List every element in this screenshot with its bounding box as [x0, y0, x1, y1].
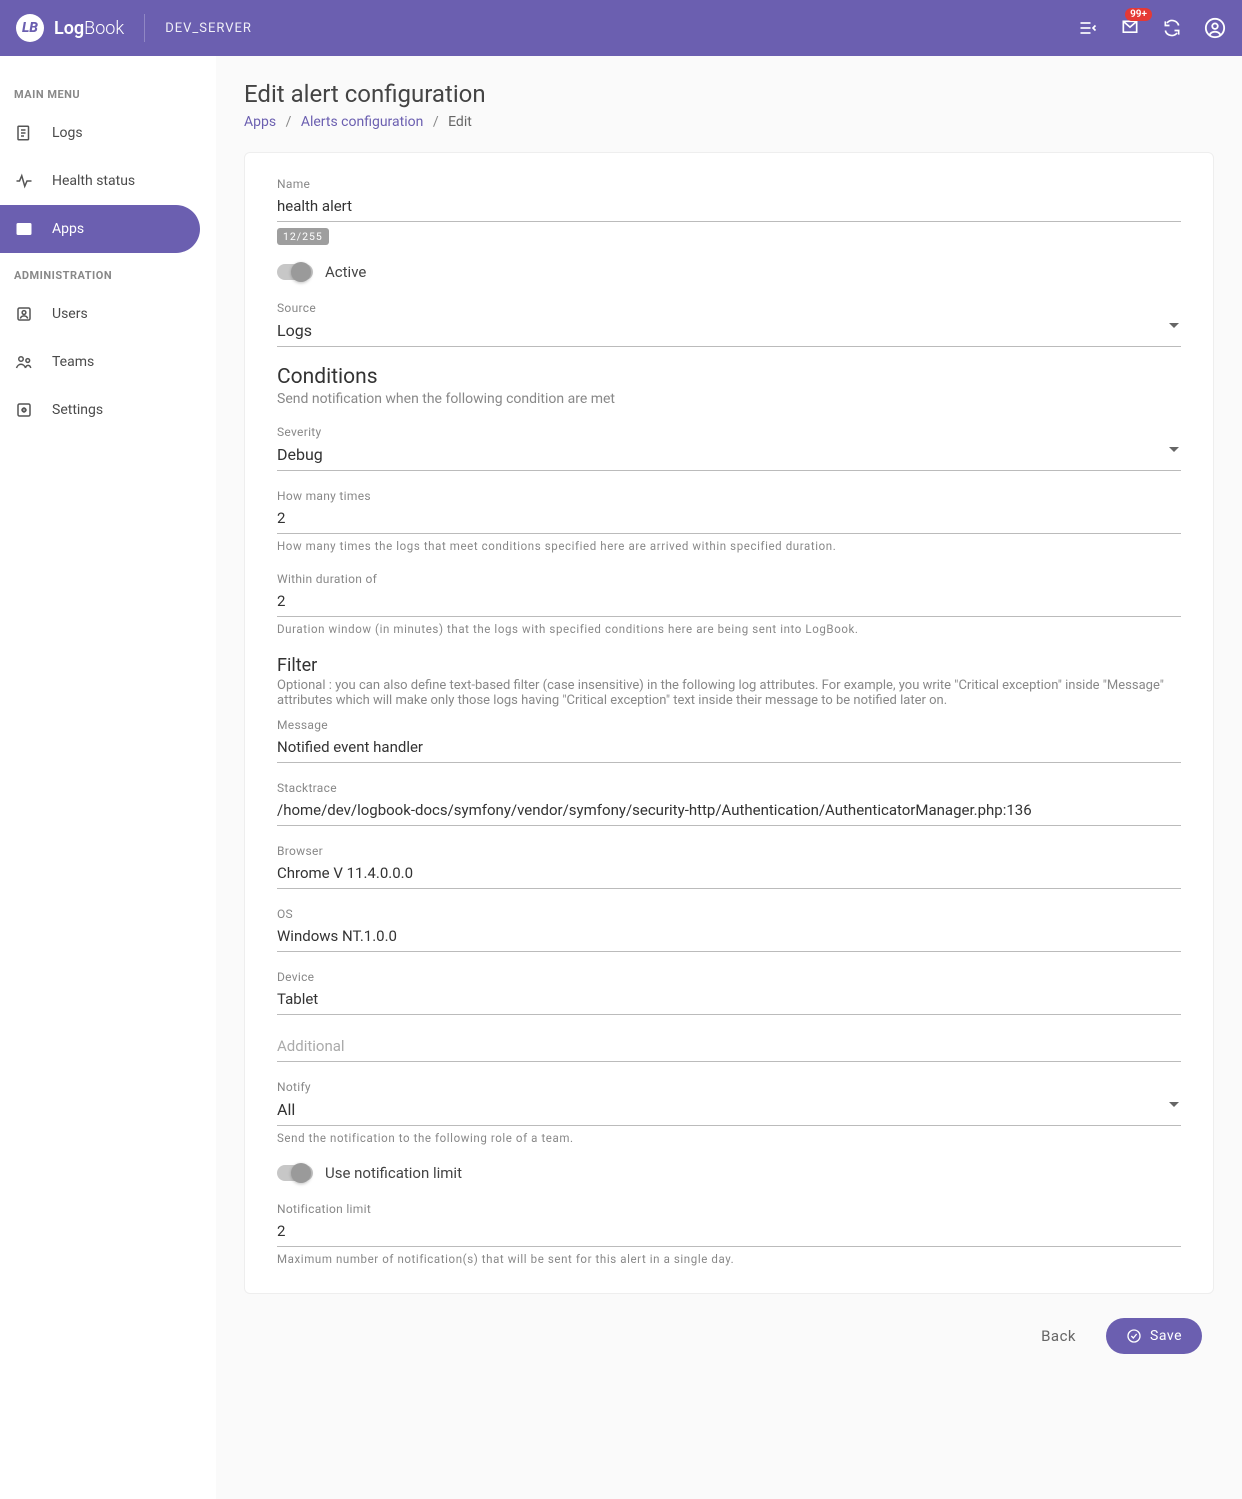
sync-settings-icon[interactable]: [1162, 18, 1182, 38]
team-icon: [14, 352, 34, 372]
severity-select[interactable]: Debug: [277, 441, 1181, 471]
brand-badge: LB: [16, 14, 44, 42]
save-button[interactable]: Save: [1106, 1318, 1202, 1354]
collapse-menu-icon[interactable]: [1078, 18, 1098, 38]
breadcrumb: Apps / Alerts configuration / Edit: [244, 114, 1214, 130]
severity-value: Debug: [277, 441, 1181, 471]
sidebar-item-label: Apps: [52, 221, 84, 237]
source-value: Logs: [277, 317, 1181, 347]
notification-limit-toggle[interactable]: [277, 1165, 313, 1181]
filter-heading: Filter: [277, 655, 1181, 676]
notification-limit-hint: Maximum number of notification(s) that w…: [277, 1251, 1181, 1267]
notify-hint: Send the notification to the following r…: [277, 1130, 1181, 1146]
main-content: Edit alert configuration Apps / Alerts c…: [216, 56, 1242, 1499]
notification-limit-label: Notification limit: [277, 1202, 1181, 1216]
logs-icon: [14, 123, 34, 143]
device-label: Device: [277, 970, 1181, 984]
sidebar-item-users[interactable]: Users: [0, 290, 216, 338]
source-select[interactable]: Logs: [277, 317, 1181, 347]
duration-label: Within duration of: [277, 572, 1181, 586]
conditions-subtext: Send notification when the following con…: [277, 391, 1181, 407]
sidebar-section-administration: ADMINISTRATION: [0, 253, 216, 290]
stacktrace-input[interactable]: [277, 797, 1181, 826]
device-input[interactable]: [277, 986, 1181, 1015]
sidebar-item-teams[interactable]: Teams: [0, 338, 216, 386]
check-circle-icon: [1126, 1328, 1142, 1344]
severity-label: Severity: [277, 425, 1181, 439]
chevron-down-icon: [1169, 1102, 1179, 1107]
notify-label: Notify: [277, 1080, 1181, 1094]
active-toggle[interactable]: [277, 264, 313, 280]
name-input[interactable]: [277, 193, 1181, 222]
name-label: Name: [277, 177, 1181, 191]
active-toggle-label: Active: [325, 263, 366, 281]
form-card: Name 12/255 Active Source Logs Condition…: [244, 152, 1214, 1294]
sidebar-section-main-menu: MAIN MENU: [0, 72, 216, 109]
profile-icon[interactable]: [1204, 17, 1226, 39]
how-many-times-hint: How many times the logs that meet condit…: [277, 538, 1181, 554]
sidebar-item-settings[interactable]: Settings: [0, 386, 216, 434]
sidebar-item-label: Logs: [52, 125, 83, 141]
sidebar-item-label: Teams: [52, 354, 94, 370]
additional-input[interactable]: [277, 1033, 1181, 1062]
chevron-down-icon: [1169, 323, 1179, 328]
sidebar-item-label: Users: [52, 306, 88, 322]
os-label: OS: [277, 907, 1181, 921]
sidebar-item-label: Settings: [52, 402, 103, 418]
brand-logo[interactable]: LB LogBook: [16, 14, 145, 42]
notify-value: All: [277, 1096, 1181, 1126]
save-button-label: Save: [1150, 1328, 1182, 1344]
message-input[interactable]: [277, 734, 1181, 763]
sidebar-item-label: Health status: [52, 173, 135, 189]
heartbeat-icon: [14, 171, 34, 191]
notification-badge: 99+: [1125, 8, 1152, 21]
breadcrumb-current: Edit: [448, 114, 472, 130]
back-button[interactable]: Back: [1041, 1327, 1076, 1345]
sidebar: MAIN MENU Logs Health status Apps ADMINI…: [0, 56, 216, 1499]
how-many-times-label: How many times: [277, 489, 1181, 503]
browser-label: Browser: [277, 844, 1181, 858]
duration-input[interactable]: [277, 588, 1181, 617]
stacktrace-label: Stacktrace: [277, 781, 1181, 795]
os-input[interactable]: [277, 923, 1181, 952]
brand-text: LogBook: [54, 18, 124, 39]
breadcrumb-alerts-configuration[interactable]: Alerts configuration: [301, 114, 424, 130]
notifications-icon[interactable]: 99+: [1120, 18, 1140, 38]
form-actions: Back Save: [244, 1294, 1214, 1354]
conditions-heading: Conditions: [277, 365, 1181, 389]
notification-limit-toggle-label: Use notification limit: [325, 1164, 462, 1182]
how-many-times-input[interactable]: [277, 505, 1181, 534]
settings-icon: [14, 400, 34, 420]
message-label: Message: [277, 718, 1181, 732]
sidebar-item-logs[interactable]: Logs: [0, 109, 216, 157]
sidebar-item-health-status[interactable]: Health status: [0, 157, 216, 205]
char-counter: 12/255: [277, 228, 329, 245]
page-title: Edit alert configuration: [244, 80, 1214, 108]
breadcrumb-apps[interactable]: Apps: [244, 114, 276, 130]
source-label: Source: [277, 301, 1181, 315]
filter-description: Optional : you can also define text-base…: [277, 678, 1181, 708]
environment-label: DEV_SERVER: [165, 21, 252, 36]
notification-limit-input[interactable]: [277, 1218, 1181, 1247]
topbar: LB LogBook DEV_SERVER 99+: [0, 0, 1242, 56]
browser-input[interactable]: [277, 860, 1181, 889]
chevron-down-icon: [1169, 447, 1179, 452]
duration-hint: Duration window (in minutes) that the lo…: [277, 621, 1181, 637]
sidebar-item-apps[interactable]: Apps: [0, 205, 200, 253]
user-icon: [14, 304, 34, 324]
apps-icon: [14, 219, 34, 239]
notify-select[interactable]: All: [277, 1096, 1181, 1126]
